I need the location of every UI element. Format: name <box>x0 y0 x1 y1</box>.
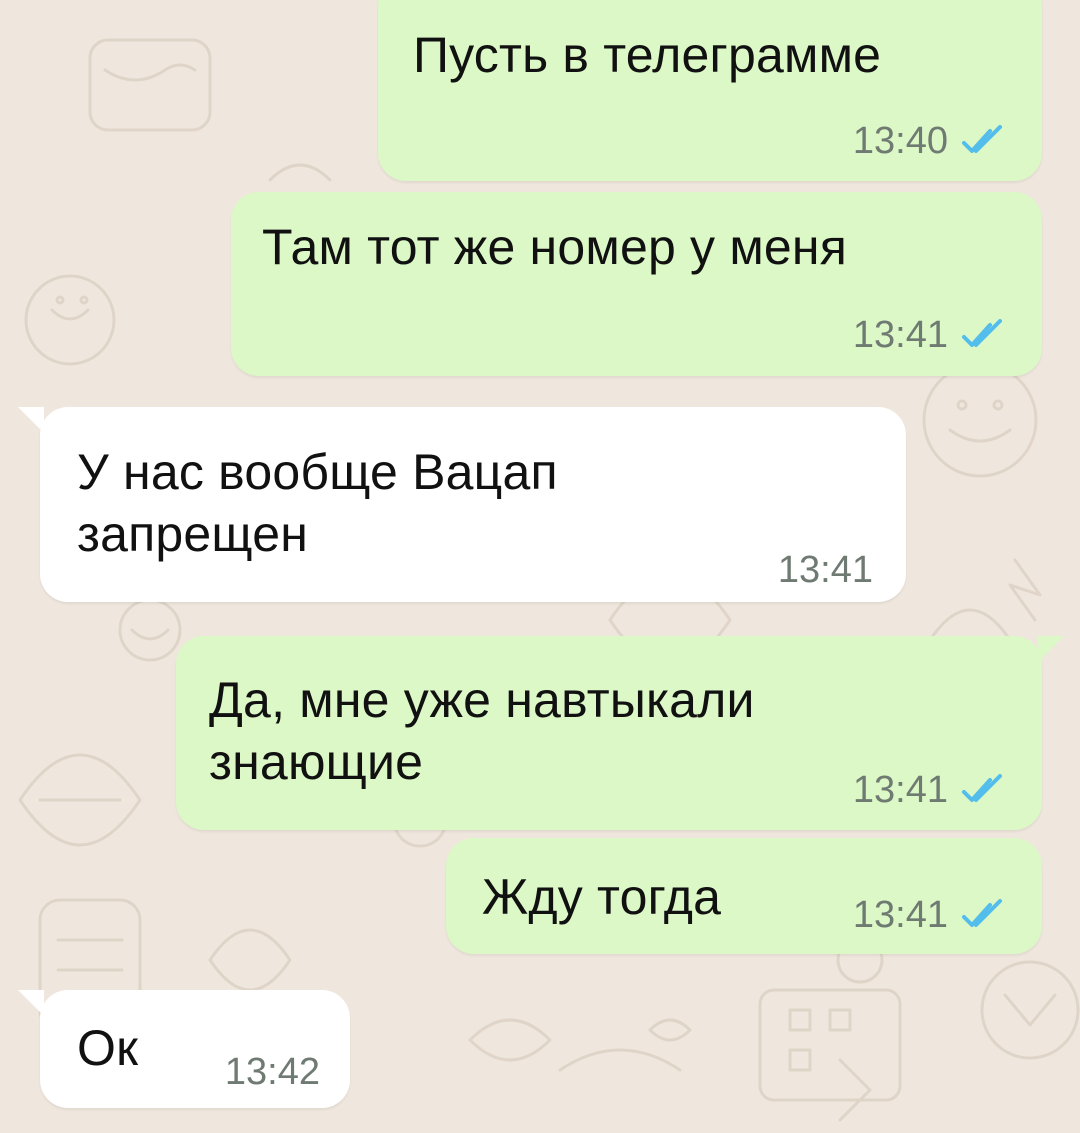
message-line: Там тот же номер у меня <box>262 219 848 275</box>
message-meta: 13:40 <box>853 119 1008 163</box>
message-bubble-outgoing[interactable]: Жду тогда 13:41 <box>446 838 1042 954</box>
read-receipt-double-check-icon <box>962 774 1002 802</box>
message-line: запрещен <box>77 506 309 562</box>
message-text: Ок <box>77 1017 138 1079</box>
message-bubble-incoming[interactable]: Ок 13:42 <box>18 990 350 1108</box>
message-line: знающие <box>209 734 424 790</box>
message-time: 13:40 <box>852 120 948 162</box>
incoming-bubble-tail-icon <box>18 407 44 433</box>
message-line: Жду тогда <box>482 869 722 925</box>
message-meta: 13:41 <box>778 548 873 592</box>
outgoing-bubble-tail-icon <box>1038 636 1064 662</box>
message-bubble-outgoing[interactable]: Пусть в телеграмме 13:40 <box>378 0 1042 181</box>
message-line: У нас вообще Вацап <box>77 444 558 500</box>
read-receipt-double-check-icon <box>962 899 1002 927</box>
message-line: Пусть в телеграмме <box>413 27 882 83</box>
read-receipt-double-check-icon <box>962 125 1002 153</box>
message-text: Жду тогда <box>482 866 721 928</box>
read-receipt-double-check-icon <box>962 319 1002 347</box>
message-line: Да, мне уже навтыкали <box>209 672 755 728</box>
message-bubble-outgoing[interactable]: Да, мне уже навтыкали знающие 13:41 <box>176 636 1064 830</box>
message-meta: 13:41 <box>853 893 1008 937</box>
message-time: 13:42 <box>224 1051 320 1093</box>
message-text: Там тот же номер у меня <box>262 216 847 278</box>
message-meta: 13:42 <box>225 1050 320 1094</box>
incoming-bubble-tail-icon <box>18 990 44 1016</box>
message-meta: 13:41 <box>853 768 1008 812</box>
message-line: Ок <box>77 1020 139 1076</box>
message-text: Пусть в телеграмме <box>413 24 881 86</box>
message-time: 13:41 <box>852 314 948 356</box>
message-bubble-outgoing[interactable]: Там тот же номер у меня 13:41 <box>231 192 1042 376</box>
message-time: 13:41 <box>852 769 948 811</box>
message-text: У нас вообще Вацап запрещен <box>77 441 558 565</box>
message-meta: 13:41 <box>853 313 1008 357</box>
message-text: Да, мне уже навтыкали знающие <box>209 669 755 793</box>
message-time: 13:41 <box>852 894 948 936</box>
message-bubble-incoming[interactable]: У нас вообще Вацап запрещен 13:41 <box>18 407 906 602</box>
chat-messages: Пусть в телеграмме 13:40 Там тот же номе… <box>0 0 1080 1133</box>
message-time: 13:41 <box>777 549 873 591</box>
